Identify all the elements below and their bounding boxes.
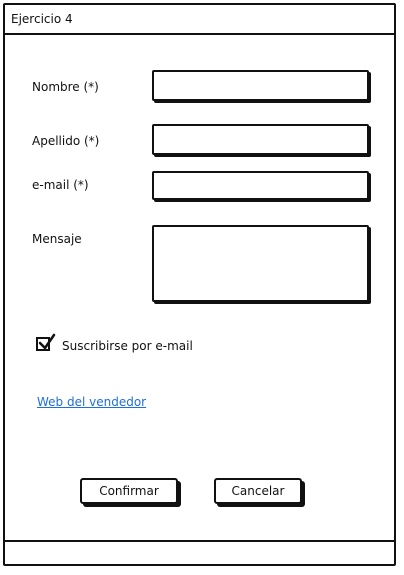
mensaje-label: Mensaje [32, 232, 82, 246]
window-title: Ejercicio 4 [5, 5, 394, 35]
email-field[interactable] [152, 171, 369, 200]
nombre-label: Nombre (*) [32, 80, 99, 94]
nombre-field[interactable] [152, 70, 369, 101]
status-bar [5, 540, 394, 564]
apellido-field[interactable] [152, 124, 369, 155]
mensaje-textarea[interactable] [152, 225, 369, 302]
vendor-web-link[interactable]: Web del vendedor [37, 394, 146, 410]
email-label: e-mail (*) [32, 178, 89, 192]
checkmark-icon [38, 333, 56, 350]
apellido-label: Apellido (*) [32, 134, 100, 148]
subscribe-checkbox[interactable] [36, 333, 56, 351]
subscribe-label: Suscribirse por e-mail [62, 339, 193, 353]
confirm-button[interactable]: Confirmar [80, 478, 178, 504]
cancel-button[interactable]: Cancelar [214, 478, 302, 504]
